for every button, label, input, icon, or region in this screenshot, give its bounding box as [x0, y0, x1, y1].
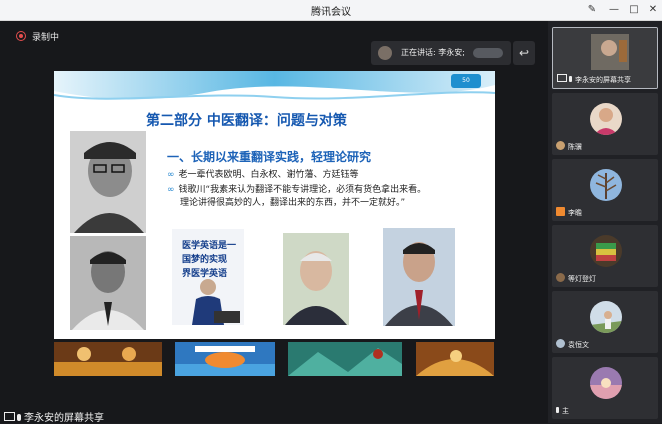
participant-tile[interactable]: 陈骥: [552, 93, 658, 155]
bullet-icon: ∞: [167, 185, 175, 195]
pin-icon[interactable]: ✎: [584, 2, 600, 18]
close-button[interactable]: ✕: [645, 2, 661, 18]
participant-name: 主: [556, 406, 569, 416]
participant-avatar: [590, 235, 622, 267]
presenter-label: 李永安的屏幕共享: [4, 409, 104, 424]
record-icon: [16, 31, 26, 41]
minimize-button[interactable]: —: [606, 2, 622, 18]
avatar-icon: [556, 141, 565, 150]
participant-tile[interactable]: 主: [552, 357, 658, 419]
lecture-photo: 医学英语是一 国梦的实现 界医学英语: [172, 229, 244, 325]
participant-name: 陈骥: [556, 141, 582, 152]
avatar-icon: [556, 207, 565, 216]
mic-icon: [17, 414, 21, 421]
participant-avatar: [590, 169, 622, 201]
maximize-button[interactable]: □: [626, 2, 642, 18]
participant-tile[interactable]: 袁恒文: [552, 291, 658, 353]
film-thumbnail: [175, 342, 275, 376]
slide-logo: 50: [451, 74, 481, 88]
screen-share-icon: [4, 412, 15, 421]
slide-bullet-continuation: 理论讲得很高妙的人，翻译出来的东西，并不一定就好。”: [180, 198, 406, 208]
portrait-photo: [383, 228, 455, 326]
window-title: 腾讯会议: [311, 7, 351, 18]
slide-bullet: ∞ 钱歌川“我素来认为翻译不能专讲理论，必须有货色拿出来看。: [167, 185, 427, 195]
bullet-icon: ∞: [167, 170, 175, 180]
participant-avatar: [590, 367, 622, 399]
speaker-avatar: [378, 46, 392, 60]
speaking-label: 正在讲话: 李永安;: [401, 48, 465, 57]
portrait-photo: [70, 131, 146, 233]
participant-tile[interactable]: 李永安的屏幕共享: [552, 27, 658, 89]
mic-icon: [556, 407, 559, 413]
recording-label: 录制中: [32, 33, 60, 43]
back-button[interactable]: ↩: [513, 41, 535, 65]
participant-tile[interactable]: 等灯登灯: [552, 225, 658, 287]
participant-avatar: [590, 103, 622, 135]
slide-header-wave: [54, 71, 495, 100]
film-thumbnail: [54, 342, 162, 376]
participant-name: 李永安的屏幕共享: [557, 74, 631, 85]
participant-name: 李瞻: [556, 207, 582, 218]
participant-name: 袁恒文: [556, 339, 589, 350]
avatar-icon: [556, 339, 565, 348]
participant-avatar: [590, 301, 622, 333]
participant-name: 等灯登灯: [556, 273, 596, 284]
portrait-photo: [70, 236, 146, 330]
slide-bullet: ∞ 老一辈代表欧明、白永权、谢竹藩、方廷钰等: [167, 170, 359, 180]
recording-indicator[interactable]: 录制中: [16, 30, 59, 43]
film-thumbnail: [288, 342, 402, 376]
slide-title: 第二部分 中医翻译：问题与对策: [146, 113, 347, 129]
presentation-slide: 50 第二部分 中医翻译：问题与对策 一、长期以来重翻译实践，轻理论研究 ∞ 老一…: [54, 71, 495, 339]
slide-heading: 一、长期以来重翻译实践，轻理论研究: [167, 150, 372, 164]
blurred-name: [473, 48, 503, 58]
screen-share-icon: [557, 74, 567, 82]
title-bar: 腾讯会议 ✎ — □ ✕: [0, 0, 662, 21]
speaking-indicator: 正在讲话: 李永安;: [371, 41, 511, 65]
film-thumbnail: [416, 342, 494, 376]
participant-tile[interactable]: 李瞻: [552, 159, 658, 221]
portrait-photo: [283, 233, 349, 325]
avatar-icon: [556, 273, 565, 282]
mic-icon: [569, 76, 572, 82]
